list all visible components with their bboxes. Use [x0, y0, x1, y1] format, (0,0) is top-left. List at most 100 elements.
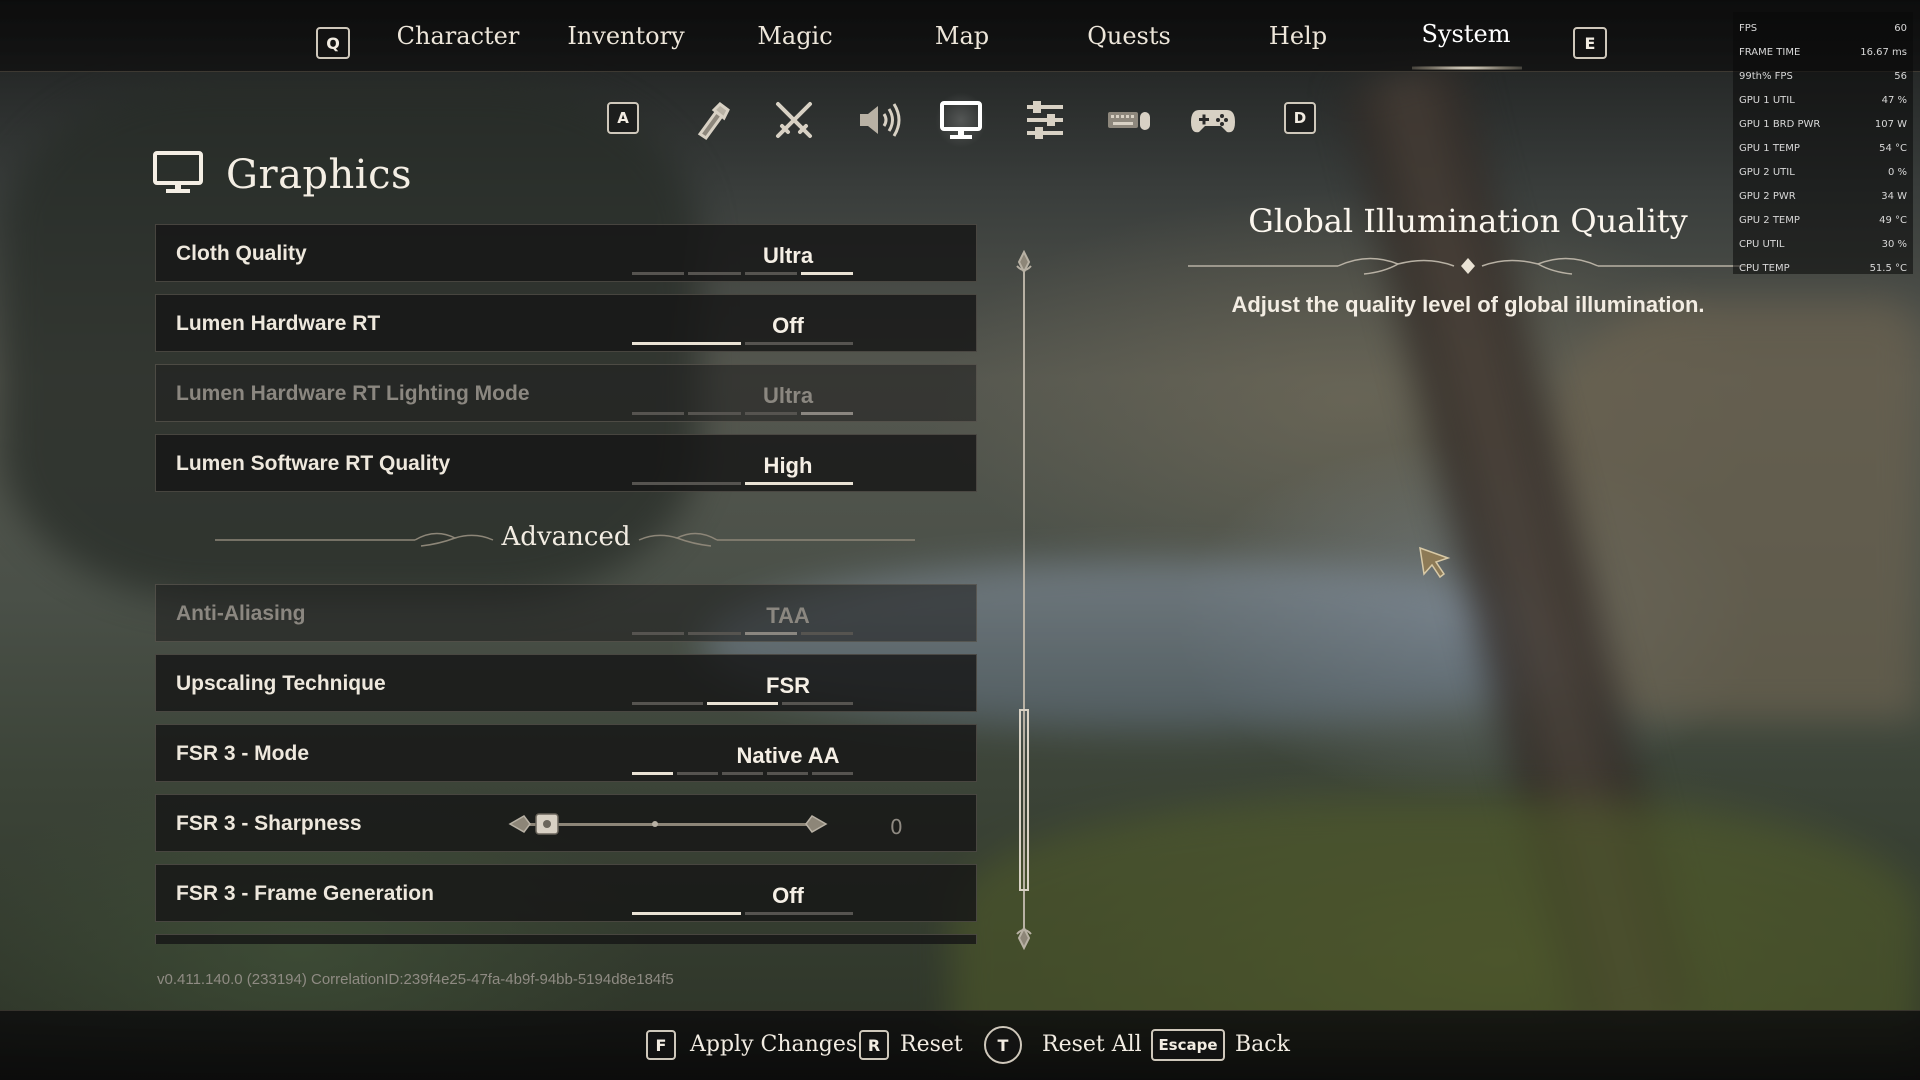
value-segments: [632, 412, 853, 416]
perf-value: 16.67 ms: [1860, 46, 1907, 58]
background-cliff: [1540, 300, 1920, 720]
perf-label: FPS: [1739, 22, 1758, 34]
setting-value: TAA: [766, 603, 810, 628]
perf-row: 99th% FPS 56: [1739, 64, 1907, 88]
setting-value: FSR: [766, 673, 810, 698]
reset-button[interactable]: Reset: [900, 1032, 963, 1057]
version-string: v0.411.140.0 (233194) CorrelationID:239f…: [157, 971, 674, 988]
setting-label: Cloth Quality: [176, 242, 307, 265]
perf-row: FPS 60: [1739, 16, 1907, 40]
setting-label: FSR 3 - Sharpness: [176, 812, 362, 835]
perf-row: GPU 2 UTIL 0 %: [1739, 160, 1907, 184]
perf-value: 56: [1894, 70, 1907, 82]
description-text: Adjust the quality level of global illum…: [1231, 292, 1705, 317]
flashlight-icon[interactable]: [684, 96, 736, 144]
perf-row: GPU 1 UTIL 47 %: [1739, 88, 1907, 112]
setting-label: Lumen Hardware RT: [176, 312, 381, 335]
perf-value: 47 %: [1881, 94, 1907, 106]
reset-key[interactable]: R: [859, 1030, 889, 1060]
value-segments: [632, 702, 853, 706]
subnav-next-key[interactable]: D: [1284, 102, 1316, 134]
back-button[interactable]: Back: [1235, 1032, 1290, 1057]
sharpness-value: 0: [890, 815, 903, 839]
setting-row-fsr3-frame-generation[interactable]: FSR 3 - Frame Generation Off: [155, 864, 977, 922]
nav-next-key[interactable]: E: [1573, 27, 1607, 59]
perf-label: GPU 1 TEMP: [1739, 142, 1800, 154]
apply-changes-key[interactable]: F: [646, 1030, 676, 1060]
active-tab-indicator: [1412, 66, 1522, 70]
sliders-icon[interactable]: [1019, 96, 1071, 144]
setting-label: Upscaling Technique: [176, 672, 386, 695]
setting-label: FSR 3 - Frame Generation: [176, 882, 434, 905]
apply-changes-button[interactable]: Apply Changes: [690, 1032, 857, 1057]
setting-row-cloth-quality[interactable]: Cloth Quality Ultra: [155, 224, 977, 282]
setting-label: Lumen Hardware RT Lighting Mode: [176, 382, 530, 405]
setting-label: Anti-Aliasing: [176, 602, 306, 625]
keyboard-mouse-icon[interactable]: [1103, 96, 1155, 144]
perf-label: GPU 2 PWR: [1739, 190, 1796, 202]
value-segments: [632, 632, 853, 636]
gamepad-icon[interactable]: [1187, 96, 1239, 144]
setting-value: Native AA: [736, 743, 840, 768]
speaker-icon[interactable]: [852, 96, 904, 144]
performance-overlay: FPS 60 FRAME TIME 16.67 ms 99th% FPS 56 GPU…: [1733, 12, 1913, 274]
value-segments: [632, 772, 853, 776]
perf-row: FRAME TIME 16.67 ms: [1739, 40, 1907, 64]
subnav-prev-key[interactable]: A: [607, 102, 639, 134]
perf-value: 107 W: [1874, 118, 1907, 130]
value-segments: [632, 912, 853, 916]
tab-inventory[interactable]: Inventory: [567, 22, 684, 50]
description-ornament: [1188, 257, 1748, 275]
perf-value: 30 %: [1881, 238, 1907, 250]
perf-value: 54 °C: [1879, 142, 1907, 154]
value-segments: [632, 482, 853, 486]
reset-all-button[interactable]: Reset All: [1042, 1032, 1142, 1057]
perf-label: GPU 2 UTIL: [1739, 166, 1795, 178]
perf-label: GPU 1 BRD PWR: [1739, 118, 1821, 130]
setting-value: Off: [772, 313, 804, 338]
setting-row-fsr3-sharpness[interactable]: FSR 3 - Sharpness 0: [155, 794, 977, 852]
tab-system[interactable]: System: [1422, 20, 1511, 48]
perf-label: FRAME TIME: [1739, 46, 1801, 58]
perf-label: 99th% FPS: [1739, 70, 1793, 82]
tab-magic[interactable]: Magic: [757, 22, 832, 50]
setting-row-upscaling-technique[interactable]: Upscaling Technique FSR: [155, 654, 977, 712]
crossed-swords-icon[interactable]: [768, 96, 820, 144]
monitor-icon[interactable]: [935, 92, 987, 148]
sharpness-slider[interactable]: [508, 804, 848, 844]
reset-all-key[interactable]: T: [984, 1026, 1022, 1064]
perf-value: 34 W: [1881, 190, 1907, 202]
perf-row: CPU TEMP 51.5 °C: [1739, 256, 1907, 280]
setting-label: Lumen Software RT Quality: [176, 452, 451, 475]
perf-row: GPU 1 TEMP 54 °C: [1739, 136, 1907, 160]
setting-row-partial: [155, 934, 977, 944]
perf-label: CPU UTIL: [1739, 238, 1785, 250]
tab-character[interactable]: Character: [397, 22, 520, 50]
monitor-icon: [152, 150, 204, 200]
perf-value: 60: [1894, 22, 1907, 34]
tab-quests[interactable]: Quests: [1087, 22, 1171, 50]
perf-value: 49 °C: [1879, 214, 1907, 226]
main-nav-bar: Q Character Inventory Magic Map Quests H…: [0, 0, 1920, 72]
perf-label: GPU 2 TEMP: [1739, 214, 1800, 226]
mouse-cursor-icon: [1419, 546, 1451, 579]
perf-row: GPU 1 BRD PWR 107 W: [1739, 112, 1907, 136]
setting-row-lumen-software-rt-quality[interactable]: Lumen Software RT Quality High: [155, 434, 977, 492]
perf-value: 0 %: [1887, 166, 1907, 178]
value-segments: [632, 272, 853, 276]
back-key[interactable]: Escape: [1151, 1029, 1225, 1061]
nav-prev-key[interactable]: Q: [316, 27, 350, 59]
perf-label: CPU TEMP: [1739, 262, 1790, 274]
setting-value: High: [763, 453, 813, 478]
setting-value: Ultra: [762, 243, 814, 268]
setting-value: Ultra: [762, 383, 814, 408]
tab-map[interactable]: Map: [935, 22, 989, 50]
tab-help[interactable]: Help: [1269, 22, 1327, 50]
settings-scrollbar[interactable]: [1013, 250, 1035, 950]
setting-row-lumen-hardware-rt[interactable]: Lumen Hardware RT Off: [155, 294, 977, 352]
setting-row-fsr3-mode[interactable]: FSR 3 - Mode Native AA: [155, 724, 977, 782]
setting-row-lumen-hardware-rt-lighting-mode: Lumen Hardware RT Lighting Mode Ultra: [155, 364, 977, 422]
page-header: Graphics: [152, 150, 412, 200]
setting-value: Off: [772, 883, 804, 908]
perf-row: GPU 2 PWR 34 W: [1739, 184, 1907, 208]
